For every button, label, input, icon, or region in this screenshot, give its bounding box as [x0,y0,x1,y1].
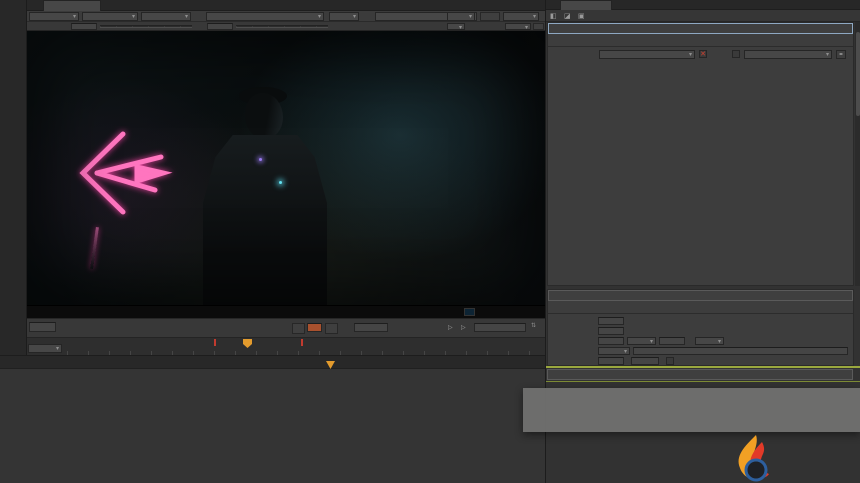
application-window: ▷ ▷ ⇅ ◧ [0,0,860,483]
scene-vignette [27,31,545,305]
gamma-slider[interactable] [236,25,328,28]
fps-field[interactable] [354,323,388,332]
frame-range-end-mode[interactable] [695,337,724,345]
mask-select[interactable] [744,50,832,59]
dopesheet-pane [0,355,545,483]
dock-highlight-line2 [546,381,860,382]
frame-value-field[interactable] [633,347,848,355]
viewer-toolbar-row2 [27,22,545,31]
frame-range-end-field[interactable] [659,337,685,345]
range-in-marker[interactable] [214,339,216,346]
scrollbar-up-icon[interactable] [855,22,860,30]
pixel-color-swatch [464,308,475,316]
scrollbar-thumb[interactable] [856,32,860,116]
step-back-button[interactable] [292,323,305,334]
timeclip-panel-header[interactable] [548,290,853,301]
lock-panels-icon[interactable]: ◪ [564,12,571,20]
colorcorrect-panel: ✕ = [547,22,854,286]
fade-out-field[interactable] [598,327,624,335]
reverse-checkbox[interactable] [666,357,674,365]
zoom-level[interactable] [480,12,500,21]
properties-scrollbar[interactable] [855,22,860,286]
viewer-process-select[interactable] [505,23,531,30]
transport-row: ▷ ▷ ⇅ [27,318,545,337]
dock-highlight-line [546,366,860,368]
current-frame-field[interactable] [29,322,56,332]
timeclip-tabs [548,302,853,314]
fade-in-field[interactable] [598,317,624,325]
properties-tabstrip [546,0,860,10]
mograph-panel-header[interactable] [547,369,853,380]
layout-select[interactable] [503,12,539,21]
layer-select[interactable] [29,12,79,21]
colorcorrect-tabs [548,35,853,47]
pixel-info-bar [27,305,545,318]
gamma-field[interactable] [207,23,233,30]
gain-slider[interactable] [100,25,192,28]
frame-range-start-field[interactable] [598,337,624,345]
mask-checkbox[interactable] [732,50,740,58]
timeline-ruler[interactable] [27,337,545,356]
original-range-start-field[interactable] [598,357,624,365]
original-range-end-field[interactable] [631,357,659,365]
range-spinner-icon[interactable]: ⇅ [531,322,536,329]
frame-increment-field[interactable] [307,323,322,332]
dopesheet-content[interactable] [0,369,545,483]
viewer-tabstrip [27,0,545,11]
ruler-ticks [67,338,545,356]
frame-range-start-mode[interactable] [627,337,656,345]
input-process-toggle[interactable] [533,23,544,30]
pin-panels-icon[interactable]: ◧ [550,12,557,20]
stereo-view-select[interactable] [447,23,465,30]
a-input-select[interactable] [206,12,324,21]
alpha-layer-select[interactable] [82,12,138,21]
viewer-toolbar-row1 [27,11,545,22]
step-forward-button[interactable] [325,323,338,334]
logo-monogram-ring [744,458,768,482]
play-range-icon[interactable]: ▷ [448,324,453,331]
channels-select[interactable] [599,50,695,59]
view-mode-select[interactable] [447,12,475,21]
play-range2-icon[interactable]: ▷ [461,324,466,331]
viewer-image[interactable] [27,31,545,305]
rahim-softwares-logo [738,435,769,482]
properties-toolbar: ◧ ◪ ▣ [546,10,860,22]
frame-range-field[interactable] [474,323,526,332]
frame-mode-select[interactable] [598,347,630,355]
colorcorrect-panel-header[interactable] [548,23,853,34]
display-channels-select[interactable] [141,12,191,21]
workspace-tabstrip [0,356,545,369]
clear-panels-icon[interactable]: ▣ [578,12,585,20]
viewer-pane: ▷ ▷ ⇅ [27,0,545,356]
range-out-marker[interactable] [301,339,303,346]
caption-banner [523,388,860,432]
gain-field[interactable] [71,23,97,30]
timeclip-panel [547,289,854,366]
viewer-tab[interactable] [43,0,101,11]
range-mode-select[interactable] [28,344,62,353]
properties-tab[interactable] [560,0,612,10]
nodes-toolbar [0,0,27,355]
channel-checkbox[interactable]: ✕ [699,50,707,58]
blend-mode-select[interactable] [329,12,359,21]
mask-inject-button[interactable]: = [836,50,846,59]
